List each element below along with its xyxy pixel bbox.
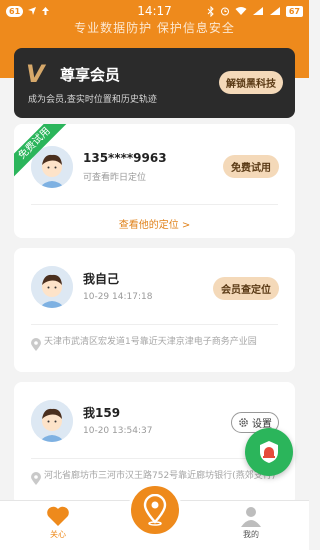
divider (31, 324, 278, 325)
locate-center-button[interactable] (127, 483, 182, 537)
vip-subtitle: 成为会员,查实时位置和历史轨迹 (28, 95, 157, 105)
signal-icon (252, 7, 263, 15)
divider (31, 204, 278, 205)
tab-care-label: 关心 (50, 530, 66, 539)
contact-name: 我自己 (83, 272, 120, 286)
boy-avatar-icon (31, 266, 73, 308)
vip-logo-icon: V (26, 60, 45, 88)
contact-name: 我159 (83, 406, 121, 420)
contact-address: 天津市武清区宏发道1号靠近天津京津电子商务产业园 (44, 337, 257, 347)
view-location-link[interactable]: 查看他的定位 > (14, 216, 295, 231)
upload-icon (42, 7, 50, 15)
tab-mine[interactable]: 我的 (221, 505, 281, 540)
location-arrow-icon (28, 7, 37, 15)
avatar (31, 400, 73, 442)
battery-level: 67 (285, 5, 303, 17)
contact-name: 135****9963 (83, 151, 167, 165)
gear-icon (239, 418, 248, 427)
tab-care[interactable]: 关心 (28, 505, 88, 540)
wifi-icon (235, 7, 247, 15)
bluetooth-icon (207, 5, 214, 17)
unlock-tech-button[interactable]: 解锁黑科技 (219, 71, 283, 94)
location-pin-icon (31, 338, 41, 351)
bottom-tab-bar: 关心 我的 (0, 483, 309, 550)
signal-icon-2 (269, 7, 280, 15)
contact-meta: 可查看昨日定位 (83, 173, 147, 183)
location-pin-icon (31, 472, 41, 485)
alarm-light-icon (260, 441, 278, 463)
avatar (31, 266, 73, 308)
contact-meta: 10-29 14:17:18 (83, 292, 153, 302)
divider (31, 458, 278, 459)
location-pin-icon (143, 494, 166, 526)
user-icon (241, 507, 261, 527)
vip-banner[interactable]: V 尊享会员 成为会员,查实时位置和历史轨迹 解锁黑科技 (14, 48, 295, 118)
tab-mine-label: 我的 (243, 530, 259, 539)
boy-avatar-icon (31, 400, 73, 442)
contact-card[interactable]: 免费试用 135****9963 可查看昨日定位 免费试用 查看他的定位 > (14, 124, 295, 238)
vip-title: 尊享会员 (60, 66, 121, 84)
sos-alarm-button[interactable] (245, 428, 293, 476)
contact-address: 河北省廊坊市三河市汉王路752号靠近廊坊银行(燕郊支行) (44, 471, 276, 481)
contact-meta: 10-20 13:54:37 (83, 426, 153, 436)
status-time: 14:17 (137, 4, 172, 18)
heart-icon (47, 506, 69, 526)
contact-card[interactable]: 我自己 10-29 14:17:18 会员查定位 天津市武清区宏发道1号靠近天津… (14, 248, 295, 372)
header-slogan: 专业数据防护 保护信息安全 (74, 21, 235, 35)
notification-count-badge: 61 (6, 5, 24, 17)
alarm-clock-icon (220, 7, 229, 16)
free-trial-button[interactable]: 免费试用 (223, 155, 279, 178)
member-locate-button[interactable]: 会员查定位 (213, 277, 279, 300)
